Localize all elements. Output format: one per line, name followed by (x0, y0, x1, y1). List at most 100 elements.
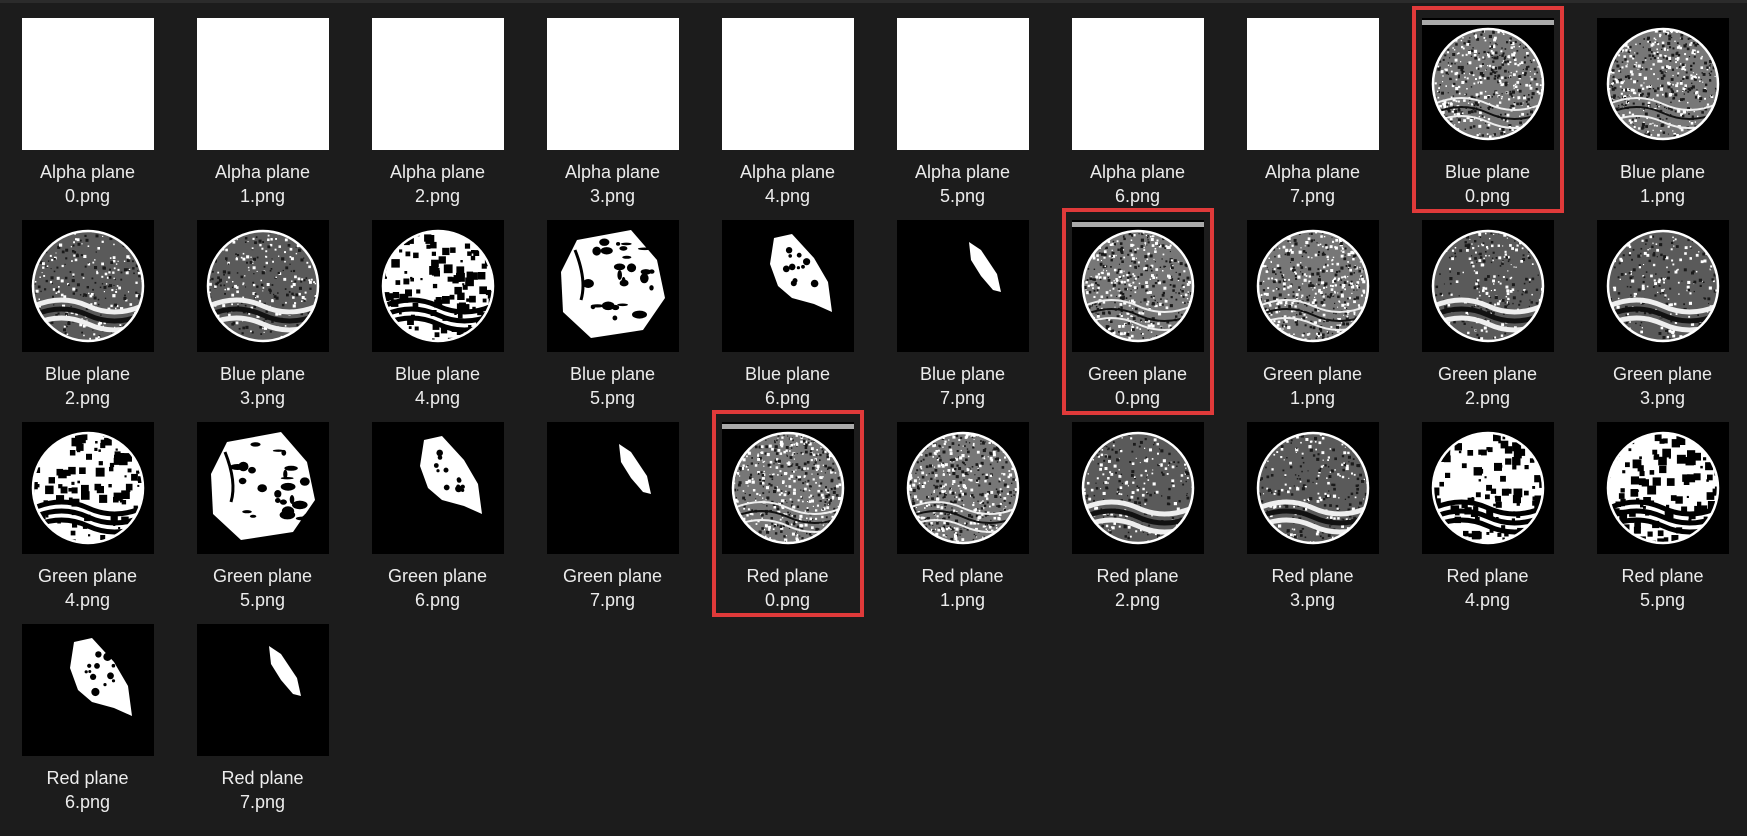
file-name-line1: Red plane (221, 768, 304, 788)
file-thumbnail (1247, 422, 1379, 554)
file-thumbnail (1072, 220, 1204, 352)
file-item[interactable]: Alpha plane 1.png (175, 2, 350, 206)
file-thumbnail (197, 18, 329, 150)
file-thumbnail (372, 18, 504, 150)
file-thumbnail (22, 220, 154, 352)
file-name-line1: Red plane (1096, 566, 1179, 586)
file-name-line1: Alpha plane (389, 162, 486, 182)
file-name: Red plane 0.png (700, 564, 875, 612)
file-item[interactable]: Green plane 5.png (175, 406, 350, 610)
file-item[interactable]: Red plane 3.png (1225, 406, 1400, 610)
file-name-line1: Red plane (1271, 566, 1354, 586)
file-item[interactable]: Green plane 2.png (1400, 204, 1575, 408)
file-thumbnail (1247, 220, 1379, 352)
file-name: Green plane 0.png (1050, 362, 1225, 410)
file-name-line1: Red plane (746, 566, 829, 586)
file-item[interactable]: Blue plane 0.png (1400, 2, 1575, 206)
file-item[interactable]: Red plane 7.png (175, 608, 350, 812)
file-item[interactable]: Blue plane 7.png (875, 204, 1050, 408)
file-item[interactable]: Green plane 7.png (525, 406, 700, 610)
file-name-line2: 0.png (764, 590, 811, 610)
file-item[interactable]: Blue plane 5.png (525, 204, 700, 408)
file-name: Blue plane 7.png (875, 362, 1050, 410)
file-item[interactable]: Green plane 3.png (1575, 204, 1747, 408)
file-thumbnail (547, 220, 679, 352)
file-item[interactable]: Green plane 4.png (0, 406, 175, 610)
file-name-line1: Blue plane (1444, 162, 1531, 182)
file-thumbnail (1597, 220, 1729, 352)
file-name-line1: Alpha plane (564, 162, 661, 182)
file-thumbnail (22, 624, 154, 756)
file-thumbnail (1597, 18, 1729, 150)
file-name: Blue plane 4.png (350, 362, 525, 410)
file-item[interactable]: Green plane 0.png (1050, 204, 1225, 408)
file-name: Red plane 7.png (175, 766, 350, 814)
file-name-line1: Green plane (212, 566, 313, 586)
file-thumbnail (372, 220, 504, 352)
file-item[interactable]: Blue plane 6.png (700, 204, 875, 408)
file-name: Blue plane 5.png (525, 362, 700, 410)
file-name-line1: Alpha plane (1089, 162, 1186, 182)
file-thumbnail (22, 422, 154, 554)
file-item[interactable]: Alpha plane 7.png (1225, 2, 1400, 206)
file-name: Alpha plane 3.png (525, 160, 700, 208)
file-name: Alpha plane 1.png (175, 160, 350, 208)
file-item[interactable]: Blue plane 1.png (1575, 2, 1747, 206)
file-name-line2: 6.png (64, 792, 111, 812)
file-name-line1: Green plane (1612, 364, 1713, 384)
file-item[interactable]: Alpha plane 0.png (0, 2, 175, 206)
file-thumbnail (547, 18, 679, 150)
file-name-line2: 1.png (939, 590, 986, 610)
file-name: Green plane 7.png (525, 564, 700, 612)
file-item[interactable]: Blue plane 4.png (350, 204, 525, 408)
file-name: Alpha plane 0.png (0, 160, 175, 208)
file-item[interactable]: Red plane 2.png (1050, 406, 1225, 610)
file-thumbnail (897, 220, 1029, 352)
file-thumbnail (197, 422, 329, 554)
file-item[interactable]: Blue plane 3.png (175, 204, 350, 408)
file-item[interactable]: Alpha plane 3.png (525, 2, 700, 206)
file-item[interactable]: Blue plane 2.png (0, 204, 175, 408)
file-thumbnail (197, 220, 329, 352)
file-item[interactable]: Alpha plane 4.png (700, 2, 875, 206)
file-item[interactable]: Alpha plane 5.png (875, 2, 1050, 206)
file-thumbnail (22, 18, 154, 150)
file-name: Red plane 5.png (1575, 564, 1747, 612)
file-name-line1: Alpha plane (739, 162, 836, 182)
file-name-line1: Red plane (1621, 566, 1704, 586)
file-thumbnail (197, 624, 329, 756)
file-name-line2: 4.png (1464, 590, 1511, 610)
file-thumbnail (1247, 18, 1379, 150)
file-name-line1: Green plane (562, 566, 663, 586)
file-thumbnail (722, 422, 854, 554)
file-name-line1: Blue plane (744, 364, 831, 384)
file-item[interactable]: Alpha plane 6.png (1050, 2, 1225, 206)
file-name-line1: Blue plane (569, 364, 656, 384)
file-thumbnail (547, 422, 679, 554)
file-item[interactable]: Red plane 0.png (700, 406, 875, 610)
file-item[interactable]: Alpha plane 2.png (350, 2, 525, 206)
file-name: Blue plane 1.png (1575, 160, 1747, 208)
file-name-line2: 6.png (414, 590, 461, 610)
file-name-line1: Green plane (1087, 364, 1188, 384)
file-name-line1: Green plane (1262, 364, 1363, 384)
file-item[interactable]: Red plane 5.png (1575, 406, 1747, 610)
file-item[interactable]: Green plane 1.png (1225, 204, 1400, 408)
file-item[interactable]: Green plane 6.png (350, 406, 525, 610)
file-name-line1: Alpha plane (214, 162, 311, 182)
file-name-line1: Blue plane (919, 364, 1006, 384)
file-thumbnail (1422, 220, 1554, 352)
file-thumbnail (722, 220, 854, 352)
file-thumbnail (1597, 422, 1729, 554)
file-item[interactable]: Red plane 6.png (0, 608, 175, 812)
file-name: Green plane 5.png (175, 564, 350, 612)
file-name-line1: Alpha plane (914, 162, 1011, 182)
file-name: Alpha plane 6.png (1050, 160, 1225, 208)
file-thumbnail (1072, 422, 1204, 554)
file-name-line1: Blue plane (44, 364, 131, 384)
file-item[interactable]: Red plane 4.png (1400, 406, 1575, 610)
file-name: Green plane 6.png (350, 564, 525, 612)
file-item[interactable]: Red plane 1.png (875, 406, 1050, 610)
file-name: Blue plane 6.png (700, 362, 875, 410)
file-name-line1: Red plane (921, 566, 1004, 586)
